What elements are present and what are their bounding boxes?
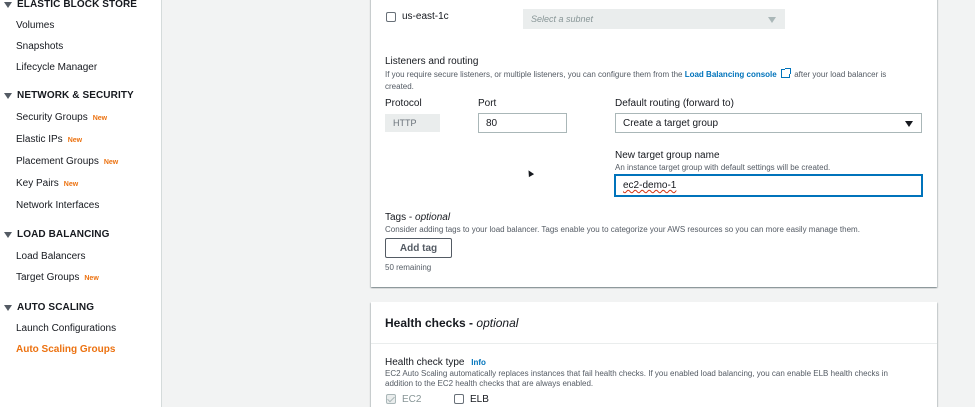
- app: ELASTIC BLOCK STORE Volumes Snapshots Li…: [0, 0, 975, 407]
- target-group-name-label: New target group name: [615, 150, 720, 161]
- elb-health-label: ELB: [470, 394, 489, 405]
- sidebar-section-auto-scaling[interactable]: AUTO SCALING: [4, 302, 94, 313]
- sidebar-item-label: Load Balancers: [16, 251, 86, 262]
- sidebar-section-load-balancing[interactable]: LOAD BALANCING: [4, 229, 110, 240]
- add-tag-label: Add tag: [399, 242, 438, 254]
- subnet-placeholder: Select a subnet: [531, 14, 594, 24]
- sidebar-item-label: Elastic IPs: [16, 134, 63, 145]
- sidebar-item-label: Placement Groups: [16, 156, 99, 167]
- sidebar-item-volumes[interactable]: Volumes: [16, 20, 54, 31]
- default-routing-select[interactable]: Create a target group: [615, 113, 922, 133]
- sidebar-section-network-security[interactable]: NETWORK & SECURITY: [4, 90, 134, 101]
- sidebar-item-label: Key Pairs: [16, 178, 59, 189]
- sidebar-item-launch-configurations[interactable]: Launch Configurations: [16, 323, 116, 334]
- elb-health-checkbox[interactable]: [454, 394, 464, 404]
- target-group-name-desc: An instance target group with default se…: [615, 163, 831, 172]
- new-badge: New: [92, 115, 108, 122]
- ec2-health-label: EC2: [402, 394, 422, 405]
- collapse-triangle-icon: [4, 1, 12, 8]
- chevron-down-icon: [905, 121, 913, 127]
- listeners-desc-prefix: If you require secure listeners, or mult…: [385, 70, 683, 79]
- listeners-title: Listeners and routing: [385, 56, 479, 67]
- protocol-value: HTTP: [393, 118, 417, 128]
- port-value: 80: [486, 117, 498, 129]
- sidebar-item-label: Volumes: [16, 20, 55, 31]
- collapse-triangle-icon: [4, 304, 12, 311]
- sidebar-item-network-interfaces[interactable]: Network Interfaces: [16, 200, 99, 211]
- sidebar-item-label: Snapshots: [16, 41, 64, 52]
- health-checks-title: Health checks - optional: [385, 316, 519, 330]
- sidebar-item-placement-groups[interactable]: Placement Groups New: [16, 156, 118, 167]
- protocol-label: Protocol: [385, 98, 422, 109]
- info-link[interactable]: Info: [471, 358, 486, 367]
- sidebar-item-label: Network Interfaces: [16, 200, 100, 211]
- health-optional: optional: [476, 316, 519, 330]
- port-input[interactable]: 80: [478, 113, 567, 133]
- tags-description: Consider adding tags to your load balanc…: [385, 225, 860, 234]
- new-badge: New: [63, 181, 79, 188]
- sidebar-item-lifecycle-manager[interactable]: Lifecycle Manager: [16, 62, 97, 73]
- sidebar-item-security-groups[interactable]: Security Groups New: [16, 112, 107, 123]
- subnet-select[interactable]: Select a subnet: [523, 9, 785, 29]
- sidebar-item-label: Auto Scaling Groups: [16, 344, 116, 355]
- sidebar: ELASTIC BLOCK STORE Volumes Snapshots Li…: [0, 0, 162, 407]
- new-badge: New: [84, 275, 99, 282]
- sidebar-item-elastic-ips[interactable]: Elastic IPs New: [16, 134, 82, 145]
- sidebar-item-snapshots[interactable]: Snapshots: [16, 41, 63, 52]
- target-group-name-value: ec2-demo-1: [623, 180, 677, 191]
- collapse-triangle-icon: [4, 231, 12, 238]
- sidebar-item-label: Security Groups: [16, 112, 88, 123]
- new-badge: New: [67, 137, 83, 144]
- health-desc-line2: addition to the EC2 health checks that a…: [385, 379, 594, 388]
- sidebar-item-key-pairs[interactable]: Key Pairs New: [16, 178, 78, 189]
- sidebar-item-load-balancers[interactable]: Load Balancers: [16, 251, 86, 262]
- tags-title: Tags - optional: [385, 212, 451, 223]
- tags-optional: optional: [415, 212, 451, 223]
- listeners-desc-suffix: after your load balancer is: [794, 70, 887, 79]
- protocol-field: HTTP: [385, 114, 440, 132]
- health-desc-line1: EC2 Auto Scaling automatically replaces …: [385, 369, 888, 378]
- ec2-health-checkbox: [386, 394, 396, 404]
- sidebar-section-title: LOAD BALANCING: [17, 229, 110, 240]
- health-check-type-text: Health check type: [385, 357, 465, 368]
- chevron-down-icon: [768, 17, 776, 23]
- health-checks-header: Health checks - optional: [371, 302, 937, 344]
- listeners-desc-line2: created.: [385, 82, 414, 91]
- listeners-description: If you require secure listeners, or mult…: [385, 68, 887, 79]
- sidebar-item-label: Target Groups: [16, 272, 80, 283]
- add-tag-button[interactable]: Add tag: [385, 238, 452, 258]
- new-badge: New: [103, 159, 119, 166]
- external-link-icon: [780, 68, 791, 78]
- health-check-type-label: Health check type Info: [385, 357, 486, 368]
- az-label: us-east-1c: [402, 11, 449, 22]
- sidebar-section-title: AUTO SCALING: [17, 302, 95, 313]
- tags-title-text: Tags: [385, 212, 407, 223]
- health-checks-panel: Health checks - optional Health check ty…: [371, 302, 937, 407]
- sidebar-section-title: ELASTIC BLOCK STORE: [17, 0, 138, 10]
- default-routing-value: Create a target group: [623, 117, 719, 129]
- load-balancer-panel: us-east-1c Select a subnet Listeners and…: [371, 0, 937, 287]
- sidebar-item-label: Launch Configurations: [16, 323, 117, 334]
- tags-remaining: 50 remaining: [385, 263, 432, 272]
- sidebar-item-auto-scaling-groups[interactable]: Auto Scaling Groups: [16, 344, 115, 355]
- sidebar-section-ebs[interactable]: ELASTIC BLOCK STORE: [4, 0, 137, 10]
- collapse-triangle-icon: [4, 92, 12, 99]
- default-routing-label: Default routing (forward to): [615, 98, 734, 109]
- sidebar-item-target-groups[interactable]: Target Groups New: [16, 272, 99, 283]
- sidebar-section-title: NETWORK & SECURITY: [17, 90, 134, 101]
- target-group-name-input[interactable]: ec2-demo-1: [615, 175, 922, 196]
- health-title-text: Health checks: [385, 316, 466, 330]
- port-label: Port: [478, 98, 497, 109]
- load-balancing-console-link[interactable]: Load Balancing console: [685, 70, 777, 79]
- sidebar-item-label: Lifecycle Manager: [16, 62, 98, 73]
- az-checkbox[interactable]: [386, 12, 396, 22]
